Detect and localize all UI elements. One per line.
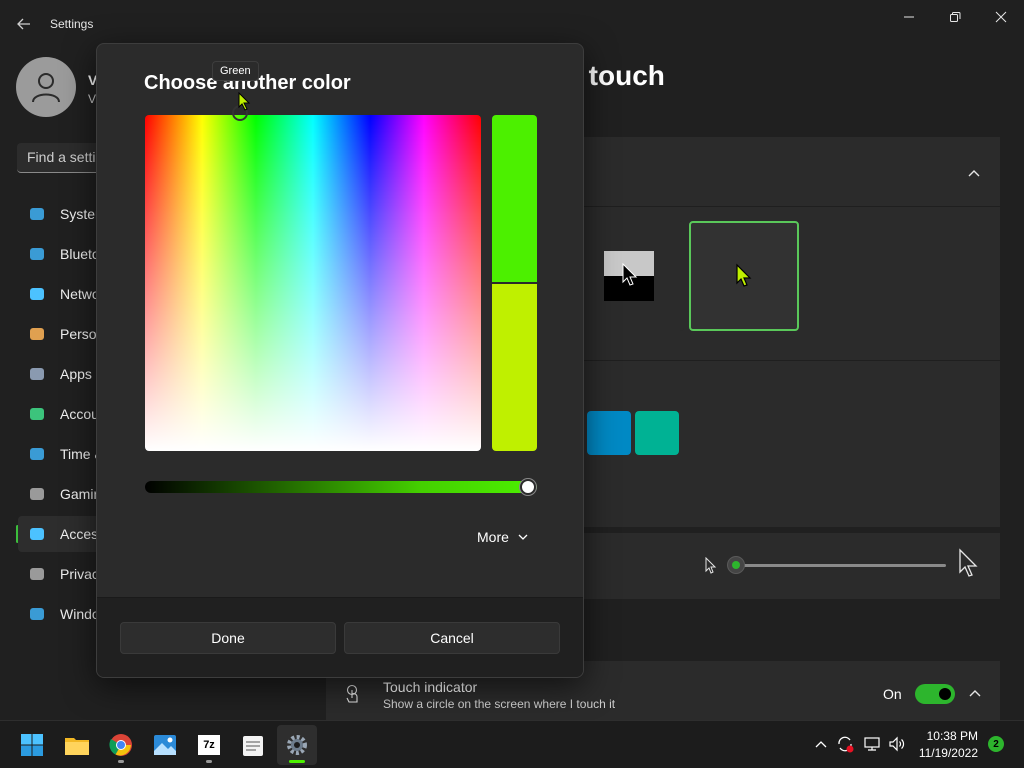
back-arrow-icon[interactable] (14, 14, 34, 34)
clock-time[interactable]: 10:38 PM (926, 729, 978, 743)
notepad-icon (243, 736, 263, 756)
inverted-pointer-icon (622, 263, 638, 286)
pointer-size-slider[interactable] (736, 564, 946, 567)
user-email: V (88, 92, 97, 106)
mouse-cursor-icon (238, 92, 251, 111)
pointer-style-inverted[interactable] (574, 221, 684, 331)
color-picker-dialog: Choose another color Green More Done Can… (96, 43, 584, 678)
shield-icon (28, 565, 46, 583)
sync-error-icon (838, 736, 854, 753)
more-button[interactable]: More (477, 526, 529, 548)
system-icon (28, 205, 46, 223)
touch-indicator-toggle[interactable] (915, 684, 955, 704)
start-button[interactable] (12, 725, 52, 765)
taskbar-7zip[interactable]: 7z (189, 725, 229, 765)
restore-icon (950, 11, 961, 22)
custom-pointer-icon (736, 263, 752, 287)
title-bar: Settings (0, 0, 1024, 48)
taskbar-notepad[interactable] (233, 725, 273, 765)
7zip-icon: 7z (198, 735, 220, 755)
small-pointer-icon (705, 557, 717, 574)
touch-indicator-title: Touch indicator (383, 679, 478, 695)
user-icon (32, 73, 60, 103)
photos-icon (154, 735, 176, 755)
touch-indicator-subtitle: Show a circle on the screen where I touc… (383, 697, 616, 711)
color-tooltip: Green (212, 61, 259, 81)
inverted-swatch (604, 251, 654, 301)
volume-icon (889, 736, 905, 752)
chevron-up-icon (815, 741, 827, 748)
minimize-icon (904, 16, 914, 18)
close-button[interactable] (978, 6, 1024, 28)
bluetooth-icon (28, 245, 46, 263)
taskbar-chrome[interactable] (101, 725, 141, 765)
restore-button[interactable] (932, 6, 978, 28)
show-hidden-icons-button[interactable] (812, 735, 830, 753)
clock-icon (28, 445, 46, 463)
sync-tray-icon[interactable] (836, 735, 854, 753)
notification-badge[interactable]: 2 (988, 736, 1004, 752)
pointer-color-swatch[interactable] (587, 411, 631, 455)
volume-tray-icon[interactable] (888, 735, 906, 753)
pointer-size-slider-thumb[interactable] (727, 556, 745, 574)
avatar[interactable] (16, 57, 76, 117)
minimize-button[interactable] (886, 6, 932, 28)
network-tray-icon[interactable] (863, 735, 881, 753)
brush-icon (28, 325, 46, 343)
close-icon (995, 11, 1007, 23)
touch-icon (346, 684, 358, 703)
ethernet-icon (864, 737, 880, 751)
color-value-slider[interactable] (145, 481, 537, 493)
pointer-color-swatch[interactable] (635, 411, 679, 455)
large-pointer-icon (959, 548, 978, 577)
update-icon (28, 605, 46, 623)
chrome-icon (109, 734, 132, 756)
taskbar-file-explorer[interactable] (57, 725, 97, 765)
toggle-label: On (883, 686, 902, 702)
custom-pointer-shape (736, 263, 752, 287)
dialog-footer: Done Cancel (97, 597, 583, 677)
pointer-style-custom[interactable] (689, 221, 799, 331)
taskbar-photos[interactable] (145, 725, 185, 765)
taskbar: 7z (0, 720, 1024, 768)
cancel-button[interactable]: Cancel (344, 622, 560, 654)
app-title: Settings (50, 17, 94, 31)
new-color-preview (492, 115, 537, 282)
gear-icon (287, 735, 307, 755)
chevron-down-icon (518, 534, 528, 540)
color-spectrum[interactable] (145, 115, 481, 451)
gamepad-icon (28, 485, 46, 503)
account-icon (28, 405, 46, 423)
apps-icon (28, 365, 46, 383)
done-button[interactable]: Done (120, 622, 336, 654)
folder-icon (65, 738, 89, 755)
clock-date[interactable]: 11/19/2022 (916, 746, 978, 760)
chevron-up-icon[interactable] (967, 688, 983, 698)
network-icon (28, 285, 46, 303)
accessibility-icon (28, 525, 46, 543)
taskbar-settings[interactable] (277, 725, 317, 765)
color-value-slider-thumb[interactable] (520, 479, 536, 495)
chevron-up-icon[interactable] (966, 168, 982, 178)
sidebar-item-label: Apps (60, 366, 92, 382)
more-label: More (477, 529, 509, 545)
windows-start-icon (21, 734, 43, 756)
previous-color-preview (492, 284, 537, 451)
